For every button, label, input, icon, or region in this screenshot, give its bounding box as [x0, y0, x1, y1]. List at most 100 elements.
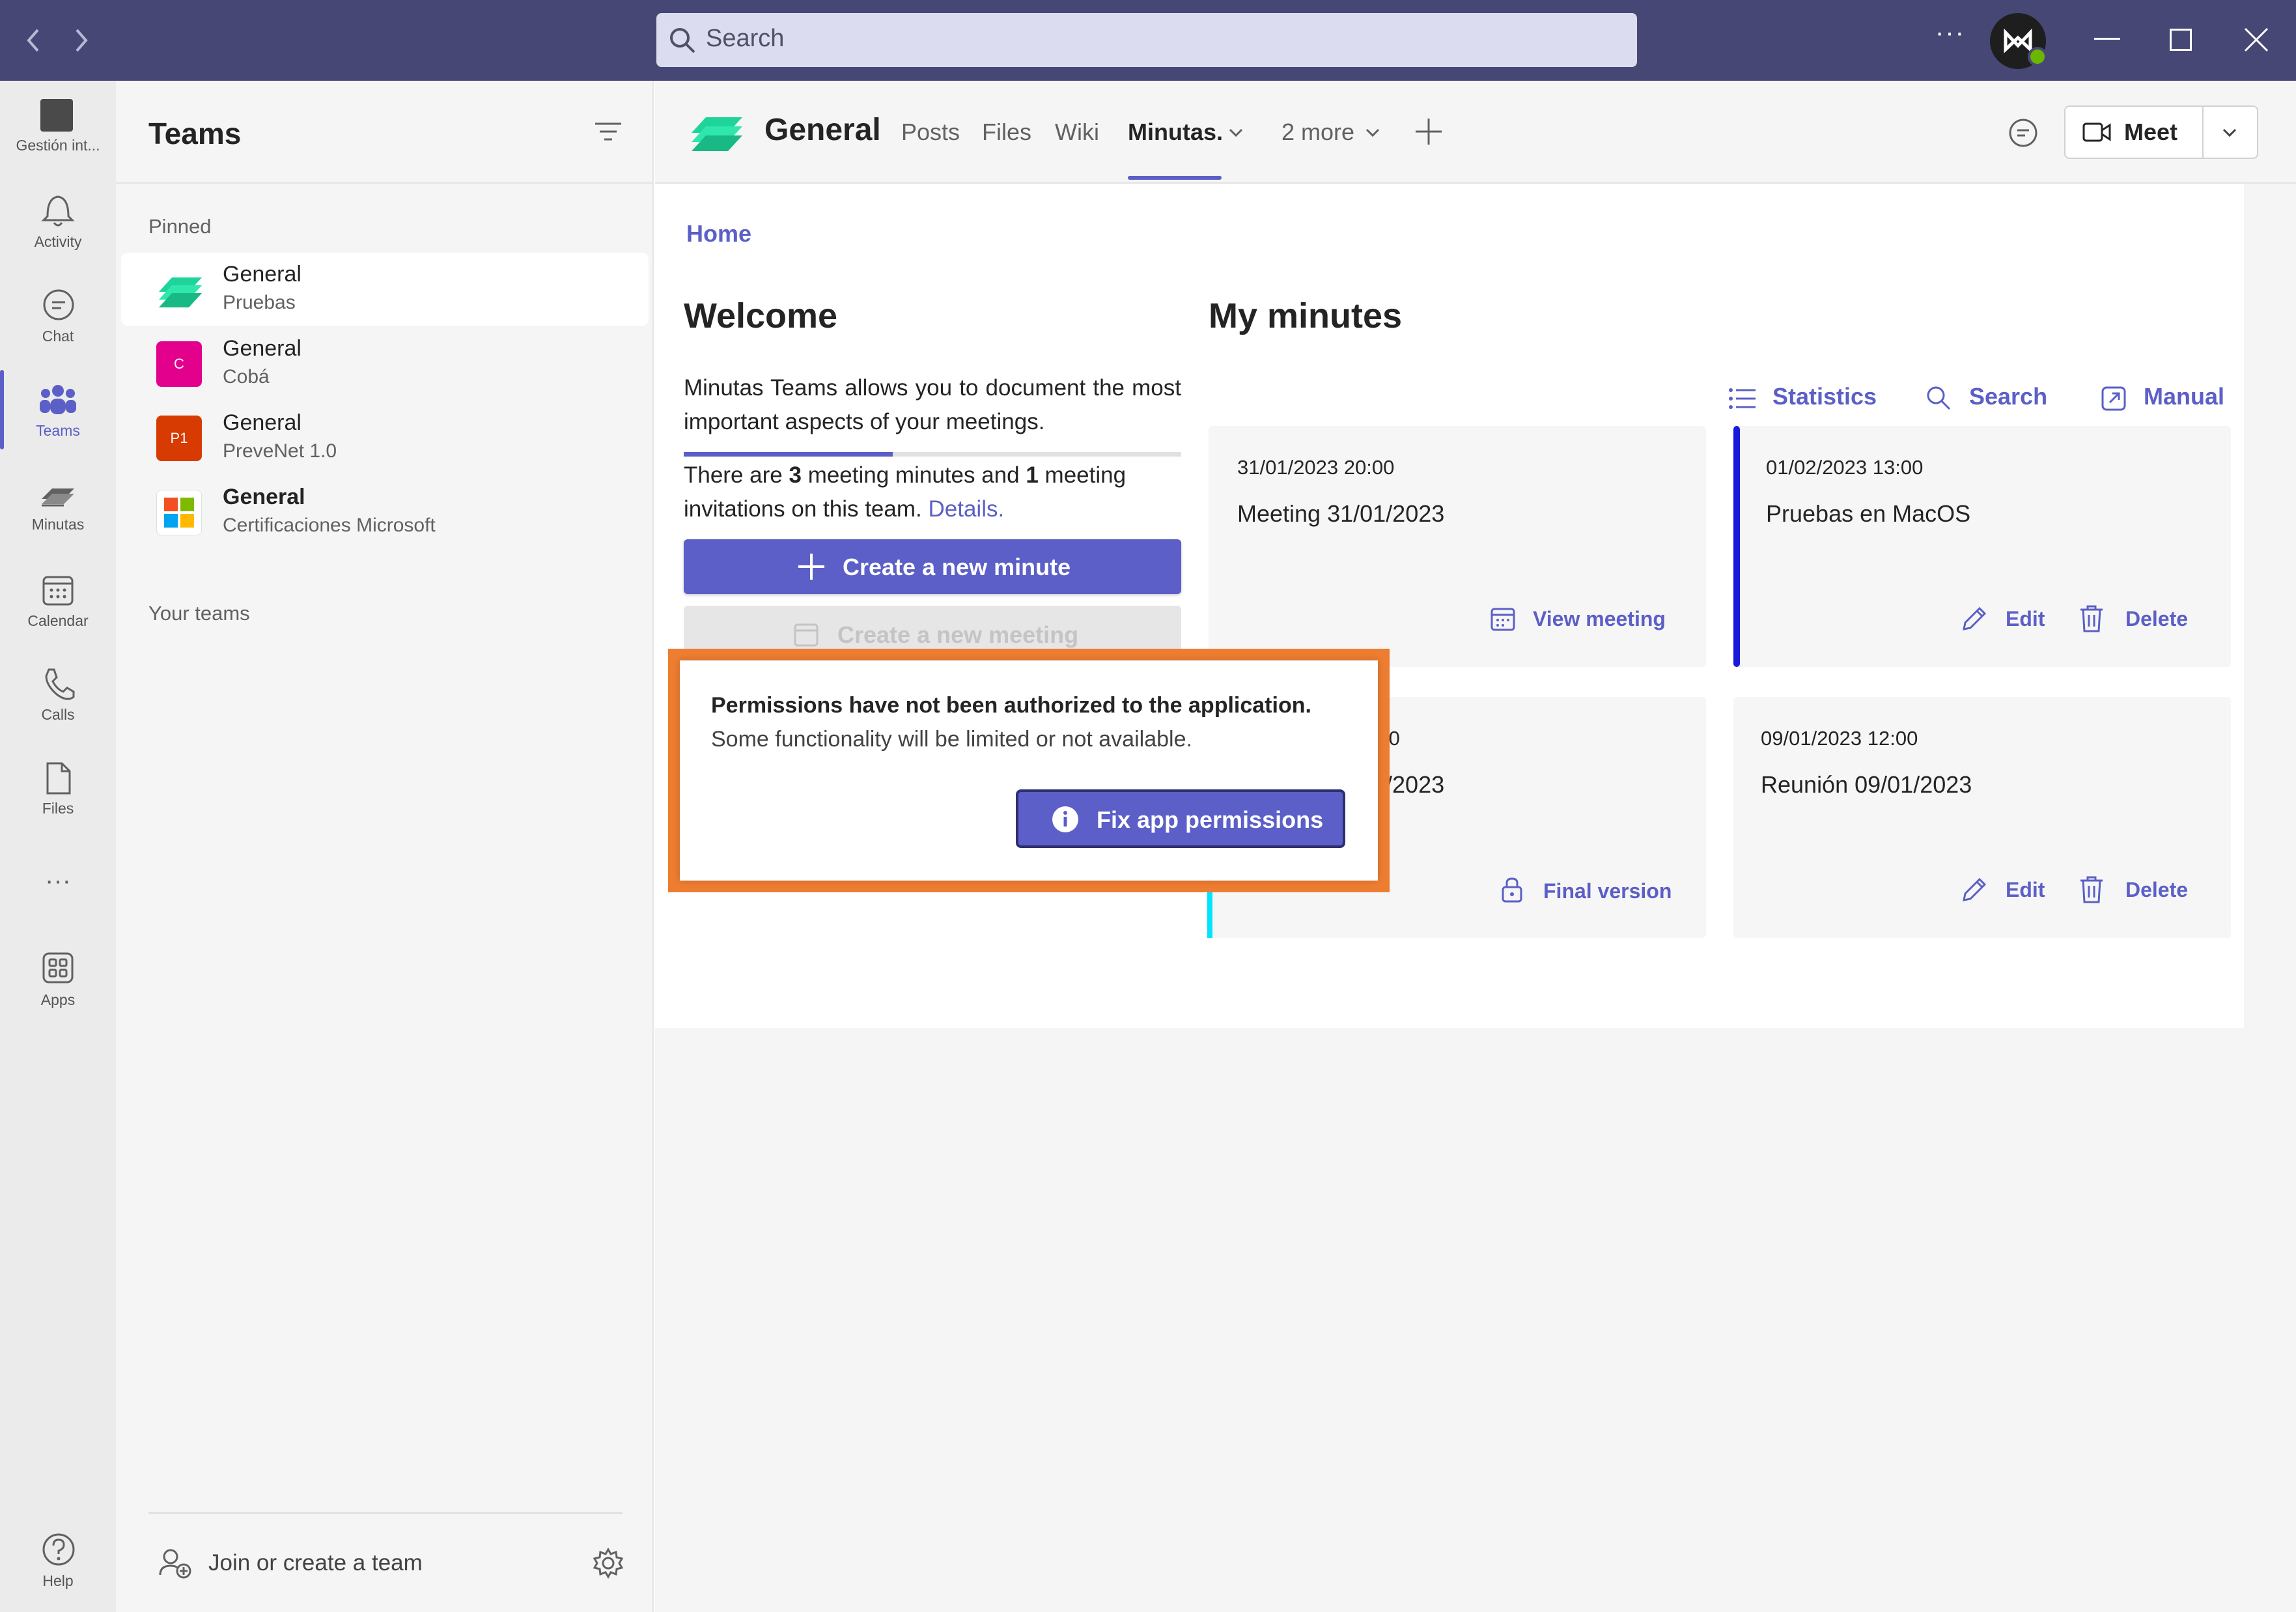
delete-button[interactable]: Delete: [2125, 607, 2188, 631]
team-counts: There are 3 meeting minutes and 1 meetin…: [684, 459, 1181, 526]
rail-item-files[interactable]: Files: [0, 800, 116, 817]
create-minute-label: Create a new minute: [843, 554, 1071, 580]
phone-icon[interactable]: [41, 667, 75, 702]
presence-available-icon: [2028, 47, 2047, 66]
join-create-team-link[interactable]: Join or create a team: [208, 1550, 423, 1576]
open-external-icon[interactable]: [2101, 386, 2127, 412]
my-minutes-title: My minutes: [1209, 296, 1403, 335]
apps-icon[interactable]: [41, 951, 75, 985]
team-name: General: [223, 485, 305, 509]
list-icon[interactable]: [1728, 387, 1757, 410]
team-name: General: [223, 336, 301, 361]
conversation-icon[interactable]: [2007, 117, 2039, 150]
rail-item-activity[interactable]: Activity: [0, 233, 116, 251]
back-arrow-icon[interactable]: [23, 26, 43, 55]
rail-item-help[interactable]: Help: [0, 1572, 116, 1590]
calendar-icon[interactable]: [41, 573, 75, 607]
statistics-link[interactable]: Statistics: [1772, 383, 1877, 410]
team-sub: Cobá: [223, 366, 270, 388]
search-link[interactable]: Search: [1969, 383, 2047, 410]
card-date: 01/02/2023 13:00: [1766, 456, 1924, 479]
org-logo-icon[interactable]: [40, 99, 73, 132]
details-link[interactable]: Details.: [928, 496, 1004, 522]
delete-button[interactable]: Delete: [2125, 878, 2188, 902]
channel-logo-icon: [689, 108, 745, 154]
rail-item-minutas[interactable]: Minutas: [0, 516, 116, 533]
pencil-icon: [1960, 604, 1989, 633]
lock-icon: [1500, 877, 1524, 903]
gear-icon[interactable]: [593, 1548, 624, 1579]
team-item-prevenet[interactable]: P1 General PreveNet 1.0: [121, 401, 649, 474]
rail-item-teams[interactable]: Teams: [0, 422, 116, 440]
your-teams-label: Your teams: [148, 602, 250, 625]
bell-icon[interactable]: [41, 191, 75, 228]
rail-item-apps[interactable]: Apps: [0, 991, 116, 1009]
breadcrumb-home[interactable]: Home: [686, 220, 751, 247]
minute-card[interactable]: 01/02/2023 13:00 Pruebas en MacOS Edit D…: [1733, 426, 2231, 667]
edit-button[interactable]: Edit: [2006, 878, 2045, 902]
search-box[interactable]: [656, 13, 1637, 67]
team-sub: Pruebas: [223, 292, 296, 313]
channel-name: General: [764, 113, 881, 147]
count-prefix: There are: [684, 462, 783, 488]
pinned-label: Pinned: [148, 215, 212, 238]
rail-item-calendar[interactable]: Calendar: [0, 612, 116, 630]
more-options-icon[interactable]: ···: [1935, 18, 1965, 48]
final-version-button[interactable]: Final version: [1543, 879, 1672, 903]
teams-icon[interactable]: [39, 383, 77, 417]
calendar-icon: [1490, 606, 1516, 632]
close-icon[interactable]: [2243, 26, 2270, 53]
tab-posts[interactable]: Posts: [901, 119, 960, 146]
rail-item-chat[interactable]: Chat: [0, 328, 116, 345]
filter-icon[interactable]: [594, 121, 623, 143]
view-meeting-button[interactable]: View meeting: [1533, 607, 1666, 631]
meet-label: Meet: [2124, 119, 2178, 145]
add-tab-icon[interactable]: [1414, 117, 1443, 146]
tab-minutas[interactable]: Minutas.: [1128, 119, 1223, 146]
team-name: General: [223, 262, 301, 287]
create-meeting-label: Create a new meeting: [837, 621, 1079, 648]
minute-card[interactable]: 31/01/2023 20:00 Meeting 31/01/2023 View…: [1209, 426, 1706, 667]
calendar-icon: [793, 621, 819, 647]
count-middle: meeting minutes and: [807, 462, 1020, 488]
card-accent-bar: [1733, 426, 1740, 667]
chevron-down-icon[interactable]: [2222, 128, 2237, 138]
team-item-coba[interactable]: C General Cobá: [121, 327, 649, 400]
minimize-icon[interactable]: [2094, 38, 2120, 40]
dialog-body: Some functionality will be limited or no…: [711, 727, 1192, 752]
meet-split-divider: [2202, 107, 2204, 158]
file-icon[interactable]: [41, 761, 75, 796]
tab-wiki[interactable]: Wiki: [1055, 119, 1099, 146]
join-team-icon[interactable]: [159, 1548, 191, 1579]
dialog-title: Permissions have not been authorized to …: [711, 693, 1311, 718]
minutas-icon[interactable]: [39, 479, 77, 509]
team-item-pruebas[interactable]: General Pruebas: [121, 253, 649, 326]
card-title: Pruebas en MacOS: [1766, 500, 1971, 527]
tab-more[interactable]: 2 more: [1281, 119, 1354, 146]
maximize-icon[interactable]: [2170, 29, 2192, 51]
chevron-down-icon[interactable]: [1228, 128, 1244, 138]
invites-count: 1: [1026, 462, 1039, 488]
progress-track: [684, 452, 1181, 457]
tab-active-underline: [1128, 176, 1222, 180]
more-apps-icon[interactable]: ···: [0, 866, 116, 896]
welcome-title: Welcome: [684, 296, 838, 335]
search-icon[interactable]: [1925, 384, 1952, 412]
rail-item-calls[interactable]: Calls: [0, 706, 116, 724]
search-icon: [668, 26, 697, 55]
card-title: Meeting 31/01/2023: [1237, 500, 1445, 527]
tab-files[interactable]: Files: [982, 119, 1031, 146]
edit-button[interactable]: Edit: [2006, 607, 2045, 631]
manual-link[interactable]: Manual: [2144, 383, 2224, 410]
chevron-down-icon[interactable]: [1365, 128, 1380, 138]
card-title: Reunión 09/01/2023: [1761, 771, 1972, 798]
trash-icon: [2079, 875, 2105, 904]
chat-icon[interactable]: [41, 288, 76, 323]
help-icon[interactable]: [41, 1532, 76, 1567]
team-item-certificaciones[interactable]: General Certificaciones Microsoft: [121, 475, 649, 548]
team-avatar: C: [156, 341, 202, 387]
forward-arrow-icon[interactable]: [72, 26, 91, 55]
progress-fill: [684, 452, 893, 457]
minute-card[interactable]: 09/01/2023 12:00 Reunión 09/01/2023 Edit…: [1733, 697, 2231, 938]
team-sub: Certificaciones Microsoft: [223, 515, 436, 536]
